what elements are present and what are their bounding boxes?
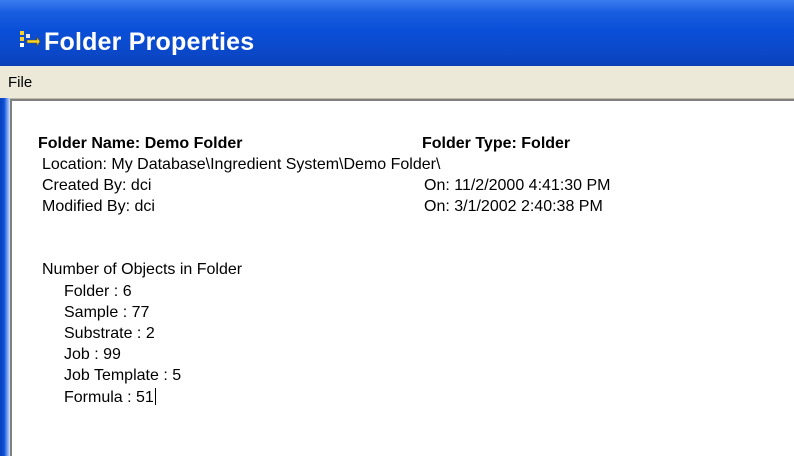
object-count-row-last: Formula : 51 bbox=[64, 388, 156, 407]
created-on: On: 11/2/2000 4:41:30 PM bbox=[424, 177, 611, 194]
window-title: Folder Properties bbox=[44, 28, 255, 56]
folder-properties-window: Folder Properties File Folder Name: Demo… bbox=[0, 0, 794, 456]
folder-name: Folder Name: Demo Folder bbox=[38, 135, 243, 152]
modified-on: On: 3/1/2002 2:40:38 PM bbox=[424, 198, 603, 215]
folder-type: Folder Type: Folder bbox=[422, 135, 571, 152]
object-count-item: Job Template : 5 bbox=[64, 367, 182, 384]
text-caret bbox=[154, 388, 156, 405]
object-count-item: Folder : 6 bbox=[64, 283, 132, 300]
created-by: Created By: dci bbox=[42, 177, 152, 194]
app-icon bbox=[20, 31, 40, 47]
window-left-border bbox=[0, 98, 10, 456]
objects-heading: Number of Objects in Folder bbox=[42, 261, 243, 278]
object-count-item: Sample : 77 bbox=[64, 304, 150, 321]
object-count-item: Substrate : 2 bbox=[64, 325, 155, 342]
object-count-item: Formula : 51 bbox=[64, 389, 154, 406]
menu-file[interactable]: File bbox=[8, 74, 32, 91]
properties-panel[interactable]: Folder Name: Demo Folder Folder Type: Fo… bbox=[10, 99, 794, 456]
location: Location: My Database\Ingredient System\… bbox=[42, 156, 441, 173]
object-count-item: Job : 99 bbox=[64, 346, 121, 363]
title-bar[interactable]: Folder Properties bbox=[0, 0, 794, 66]
menu-bar: File bbox=[0, 66, 794, 99]
modified-by: Modified By: dci bbox=[42, 198, 155, 215]
